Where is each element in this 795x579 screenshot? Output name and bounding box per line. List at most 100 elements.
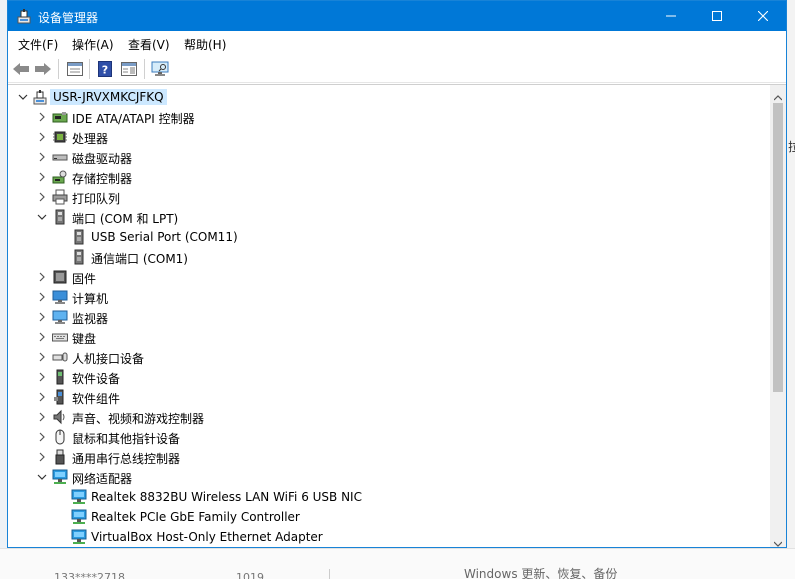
minimize-button[interactable]: [648, 1, 694, 31]
tree-category-label: 鼠标和其他指针设备: [72, 432, 181, 446]
tree-category[interactable]: 存储控制器: [8, 167, 768, 187]
software-component-icon: [52, 389, 68, 405]
expand-chevron-icon[interactable]: [37, 132, 47, 142]
tree-category-label: 声音、视频和游戏控制器: [72, 412, 205, 426]
tree-category-label: 软件设备: [72, 372, 121, 386]
expand-chevron-icon[interactable]: [37, 112, 47, 122]
menu-file[interactable]: 文件(F): [18, 36, 58, 53]
tree-category[interactable]: 固件: [8, 267, 768, 287]
tree-category-label: 通用串行总线控制器: [72, 452, 181, 466]
expand-chevron-icon[interactable]: [37, 312, 47, 322]
expand-chevron-icon[interactable]: [37, 292, 47, 302]
ide-controller-icon: [52, 109, 68, 125]
background-phone-text: 133****2718: [54, 571, 125, 579]
expand-chevron-icon[interactable]: [37, 192, 47, 202]
collapse-chevron-icon[interactable]: [37, 212, 47, 222]
printer-icon: [52, 189, 68, 205]
title-bar[interactable]: 设备管理器: [8, 1, 786, 31]
tree-category[interactable]: 人机接口设备: [8, 347, 768, 367]
tree-category-label: 存储控制器: [72, 172, 133, 186]
svg-text:?: ?: [102, 64, 108, 77]
computer-root-icon: [32, 89, 48, 105]
usb-icon: [52, 449, 68, 465]
tree-category[interactable]: 监视器: [8, 307, 768, 327]
tree-category[interactable]: 处理器: [8, 127, 768, 147]
tree-device[interactable]: Realtek PCIe GbE Family Controller: [8, 507, 768, 527]
tree-category[interactable]: 计算机: [8, 287, 768, 307]
vertical-scrollbar[interactable]: [770, 85, 786, 547]
tree-device-label: Realtek PCIe GbE Family Controller: [91, 510, 300, 524]
tree-device-label: VirtualBox Host-Only Ethernet Adapter: [91, 530, 323, 544]
forward-arrow-icon[interactable]: [33, 59, 53, 79]
desktop-background-bottom: 133****2718 1019 Windows 更新、恢复、备份: [0, 548, 795, 579]
network-adapter-icon: [52, 469, 68, 485]
tree-device[interactable]: Realtek 8832BU Wireless LAN WiFi 6 USB N…: [8, 487, 768, 507]
hid-icon: [52, 349, 68, 365]
scroll-down-arrow-icon[interactable]: [773, 536, 783, 547]
tree-category[interactable]: 软件组件: [8, 387, 768, 407]
tree-category[interactable]: 网络适配器: [8, 467, 768, 487]
background-windows-update-text: Windows 更新、恢复、备份: [464, 567, 618, 579]
device-manager-window: 设备管理器 文件(F) 操作(A) 查看(V) 帮助(H) ? USR-JRVX…: [7, 0, 787, 548]
expand-chevron-icon[interactable]: [37, 272, 47, 282]
tree-category-label: 键盘: [72, 332, 97, 346]
tree-category[interactable]: 鼠标和其他指针设备: [8, 427, 768, 447]
storage-controller-icon: [52, 169, 68, 185]
menu-view[interactable]: 查看(V): [128, 36, 170, 53]
tree-device[interactable]: VirtualBox Host-Only Ethernet Adapter: [8, 527, 768, 547]
tree-category-label: 监视器: [72, 312, 109, 326]
collapse-chevron-icon[interactable]: [18, 92, 28, 102]
collapse-chevron-icon[interactable]: [37, 472, 47, 482]
back-arrow-icon[interactable]: [11, 59, 31, 79]
device-manager-app-icon: [16, 8, 32, 24]
tree-category[interactable]: IDE ATA/ATAPI 控制器: [8, 107, 768, 127]
expand-chevron-icon[interactable]: [37, 412, 47, 422]
help-icon[interactable]: ?: [95, 59, 115, 79]
processor-icon: [52, 129, 68, 145]
monitor-icon: [52, 309, 68, 325]
tree-category[interactable]: 磁盘驱动器: [8, 147, 768, 167]
scan-monitor-icon[interactable]: [150, 59, 170, 79]
port-icon: [52, 209, 68, 225]
device-tree: USR-JRVXMKCJFKQ IDE ATA/ATAPI 控制器 处理器磁盘驱动…: [8, 84, 786, 547]
maximize-button[interactable]: [694, 1, 740, 31]
expand-chevron-icon[interactable]: [37, 152, 47, 162]
expand-chevron-icon[interactable]: [37, 172, 47, 182]
tree-category-label: 计算机: [72, 292, 109, 306]
toolbar-separator: [58, 59, 59, 79]
tree-category[interactable]: 声音、视频和游戏控制器: [8, 407, 768, 427]
close-button[interactable]: [740, 1, 786, 31]
tree-category[interactable]: 键盘: [8, 327, 768, 347]
menu-action[interactable]: 操作(A): [72, 36, 114, 53]
tree-category-label: 网络适配器: [72, 472, 133, 486]
port-child-icon: [71, 229, 87, 245]
scroll-up-arrow-icon[interactable]: [773, 90, 783, 104]
tree-device[interactable]: 通信端口 (COM1): [8, 247, 768, 267]
action-pane-icon[interactable]: [119, 59, 139, 79]
network-child-icon: [71, 509, 87, 525]
window-title: 设备管理器: [38, 11, 99, 25]
tree-category[interactable]: 通用串行总线控制器: [8, 447, 768, 467]
background-divider: [329, 569, 330, 579]
expand-chevron-icon[interactable]: [37, 452, 47, 462]
menu-bar: 文件(F) 操作(A) 查看(V) 帮助(H): [8, 31, 786, 55]
tree-root[interactable]: USR-JRVXMKCJFKQ: [8, 87, 768, 107]
tree-category-label: 打印队列: [72, 192, 121, 206]
tree-category-label: 人机接口设备: [72, 352, 145, 366]
expand-chevron-icon[interactable]: [37, 352, 47, 362]
tree-category-label: IDE ATA/ATAPI 控制器: [72, 112, 195, 126]
expand-chevron-icon[interactable]: [37, 372, 47, 382]
scrollbar-thumb[interactable]: [773, 103, 783, 392]
expand-chevron-icon[interactable]: [37, 392, 47, 402]
tree-category-label: 磁盘驱动器: [72, 152, 133, 166]
tree-device[interactable]: USB Serial Port (COM11): [8, 227, 768, 247]
expand-chevron-icon[interactable]: [37, 332, 47, 342]
menu-help[interactable]: 帮助(H): [184, 36, 226, 53]
expand-chevron-icon[interactable]: [37, 432, 47, 442]
computer-name: USR-JRVXMKCJFKQ: [50, 89, 167, 105]
properties-view-icon[interactable]: [65, 59, 85, 79]
tree-category[interactable]: 端口 (COM 和 LPT): [8, 207, 768, 227]
firmware-icon: [52, 269, 68, 285]
tree-category[interactable]: 软件设备: [8, 367, 768, 387]
tree-category[interactable]: 打印队列: [8, 187, 768, 207]
